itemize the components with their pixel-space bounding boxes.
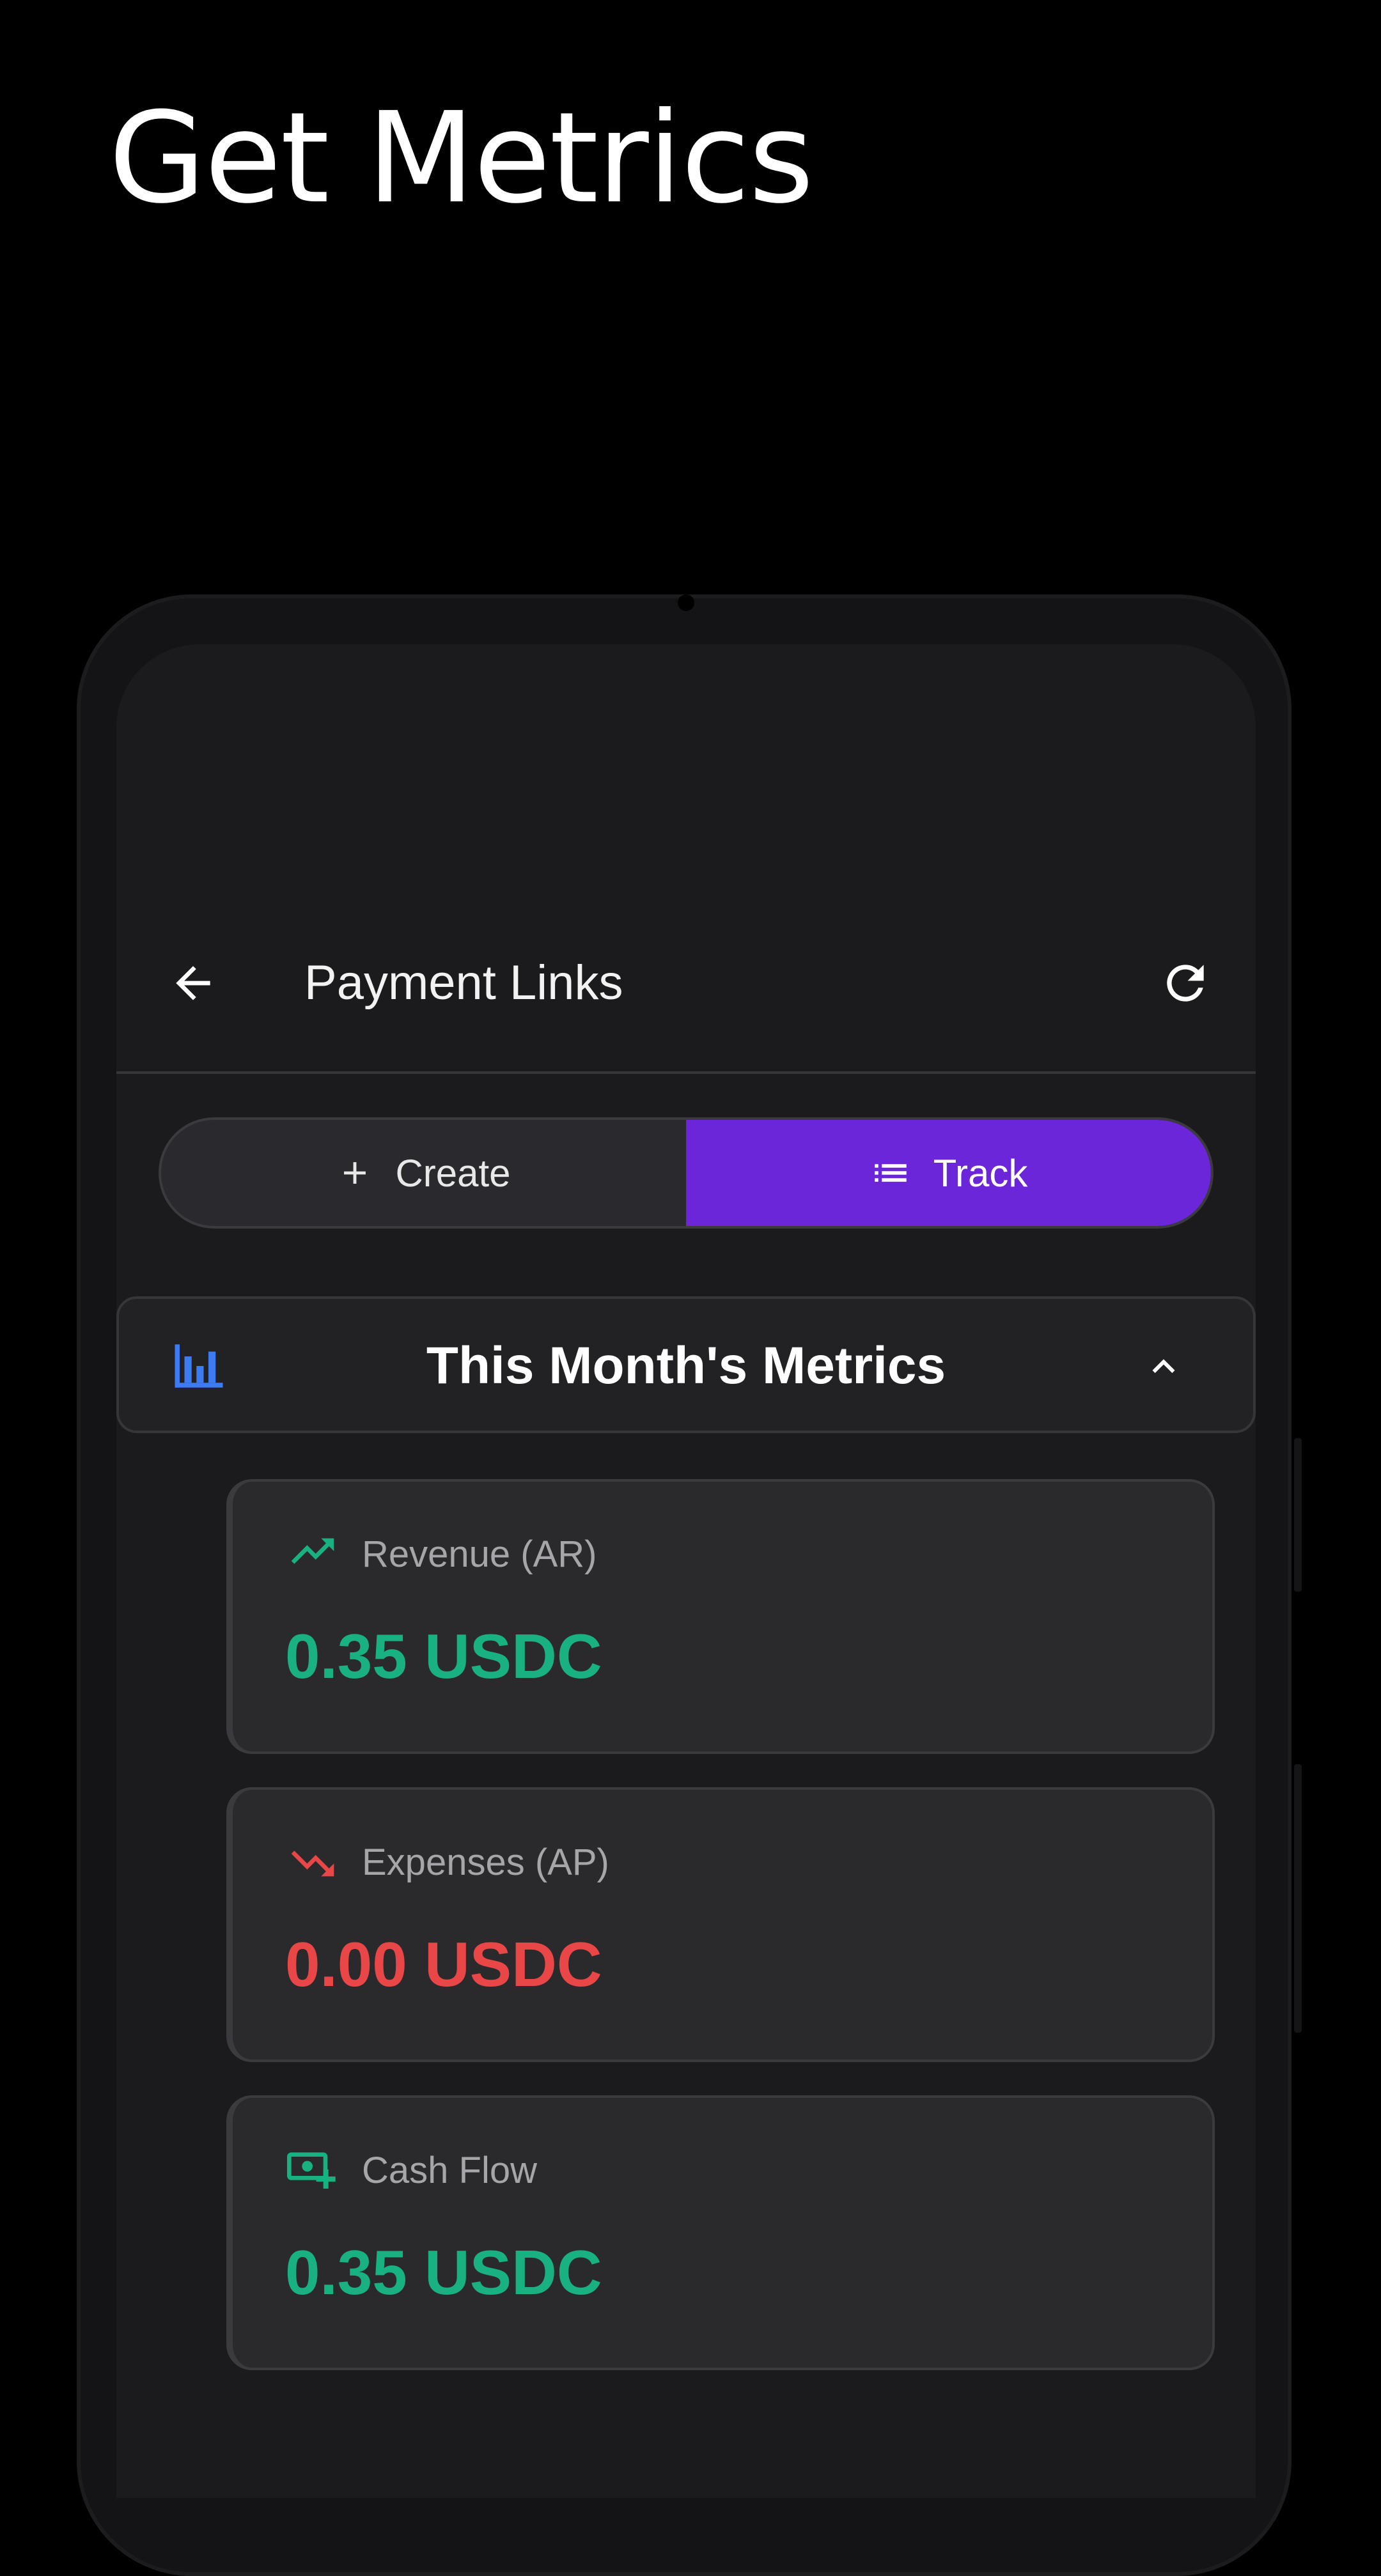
revenue-card: Revenue (AR) 0.35 USDC [226,1479,1215,1754]
refresh-button[interactable] [1153,951,1217,1015]
phone-volume-button [1294,1438,1302,1592]
refresh-icon [1167,965,1204,1002]
back-button[interactable] [161,951,225,1015]
camera-dot [678,594,694,611]
page-title: Payment Links [304,956,623,1010]
metrics-title: This Month's Metrics [426,1337,946,1395]
expenses-card: Expenses (AP) 0.00 USDC [226,1787,1215,2062]
tab-create[interactable]: Create [161,1120,686,1226]
tab-create-label: Create [395,1151,511,1195]
cash-flow-label: Cash Flow [362,2150,537,2191]
arrow-back-icon [176,966,210,1000]
revenue-label: Revenue (AR) [362,1533,597,1575]
view-segmented-control: Create Track [159,1117,1213,1229]
app-bar: Payment Links [116,900,1256,1074]
revenue-value: 0.35 USDC [285,1621,602,1691]
phone-power-button [1294,1764,1302,2033]
plus-icon [344,1162,366,1184]
expenses-value: 0.00 USDC [285,1929,602,1999]
collapse-button[interactable] [1138,1341,1189,1392]
cash-add-icon [287,2152,336,2189]
chevron-up-icon [1152,1359,1175,1373]
trending-up-icon [291,1538,334,1564]
list-icon [874,1164,907,1182]
tab-track-label: Track [933,1151,1028,1195]
cash-flow-card: Cash Flow 0.35 USDC [226,2095,1215,2370]
trending-down-icon [291,1851,334,1877]
expenses-label: Expenses (AP) [362,1842,609,1883]
tab-track[interactable]: Track [686,1120,1211,1226]
app-screen: Payment Links Create Track This Month's … [116,644,1256,2498]
marketing-headline: Get Metrics [109,86,814,231]
metrics-section-header[interactable]: This Month's Metrics [116,1296,1256,1433]
cash-flow-value: 0.35 USDC [285,2237,602,2308]
